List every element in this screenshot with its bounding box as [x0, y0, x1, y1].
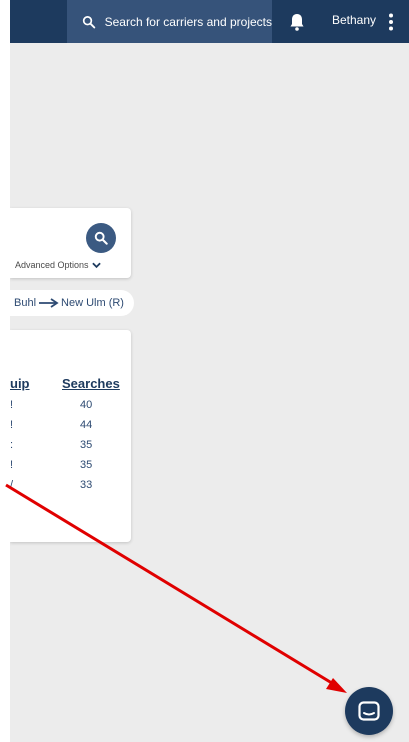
searches-cell: 40 — [80, 399, 93, 411]
lane-destination: New Ulm (R) — [61, 297, 124, 309]
column-header-equipment[interactable]: uip — [10, 376, 30, 391]
lane-origin: Buhl — [14, 297, 37, 309]
lane-chip[interactable]: Buhl New Ulm (R) — [10, 290, 134, 316]
searches-cell: 33 — [80, 479, 93, 491]
user-name[interactable]: Bethany — [332, 13, 376, 27]
left-edge — [0, 0, 10, 742]
table-row[interactable]: : 35 — [10, 439, 131, 455]
global-search-bar[interactable]: Search for carriers and projects — [67, 0, 272, 43]
kebab-menu-icon[interactable] — [388, 13, 394, 31]
equip-cell: ! — [10, 419, 14, 431]
table-row[interactable]: / 33 — [10, 479, 131, 495]
search-button[interactable] — [86, 223, 116, 253]
lane-search-card: Advanced Options — [10, 208, 131, 278]
table-row[interactable]: ! 40 — [10, 399, 131, 415]
equip-cell: / — [10, 479, 14, 491]
bell-icon[interactable] — [288, 12, 306, 32]
advanced-options-toggle[interactable]: Advanced Options — [15, 260, 101, 270]
searches-cell: 44 — [80, 419, 93, 431]
equip-cell: ! — [10, 399, 14, 411]
chevron-down-icon — [91, 262, 101, 268]
searches-table-card: uip Searches ! 40 ! 44 : 35 ! 35 / 33 — [10, 330, 131, 542]
table-row[interactable]: ! 35 — [10, 459, 131, 475]
app-viewport: Search for carriers and projects Bethany — [0, 0, 409, 742]
top-navbar: Search for carriers and projects Bethany — [10, 0, 409, 43]
searches-cell: 35 — [80, 459, 93, 471]
search-icon — [82, 15, 96, 28]
chat-icon — [358, 701, 380, 721]
global-search-placeholder: Search for carriers and projects — [104, 14, 272, 29]
advanced-options-label: Advanced Options — [15, 260, 89, 270]
equip-cell: ! — [10, 459, 14, 471]
table-row[interactable]: ! 44 — [10, 419, 131, 435]
main-content: Search for carriers and projects Bethany — [10, 0, 409, 742]
equip-cell: : — [10, 439, 14, 451]
search-icon — [94, 231, 108, 245]
column-header-searches[interactable]: Searches — [62, 376, 120, 391]
chat-launcher-button[interactable] — [345, 687, 393, 735]
arrow-right-icon — [39, 298, 59, 308]
searches-cell: 35 — [80, 439, 93, 451]
